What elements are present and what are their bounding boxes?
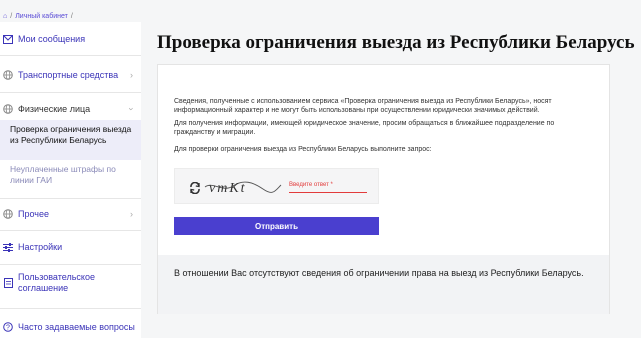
sidebar-item-other[interactable]: Прочее › bbox=[0, 207, 141, 221]
globe-icon bbox=[3, 104, 13, 114]
envelope-icon bbox=[3, 34, 13, 44]
svg-text:?: ? bbox=[6, 325, 10, 332]
sliders-icon bbox=[3, 242, 13, 252]
sidebar-item-messages[interactable]: Мои сообщения bbox=[0, 32, 141, 46]
sidebar-item-label: Часто задаваемые вопросы bbox=[18, 321, 135, 332]
sidebar-item-label: Настройки bbox=[18, 241, 63, 252]
check-card: Сведения, полученные с использованием се… bbox=[157, 64, 610, 314]
chevron-right-icon: › bbox=[130, 209, 133, 219]
sidebar-item-label: Транспортные средства bbox=[18, 69, 119, 80]
divider bbox=[0, 230, 141, 231]
divider bbox=[0, 308, 141, 309]
sidebar-item-settings[interactable]: Настройки bbox=[0, 240, 141, 254]
page-title: Проверка ограничения выезда из Республик… bbox=[157, 32, 635, 53]
captcha-text: vmKt bbox=[209, 181, 247, 196]
chevron-right-icon: › bbox=[130, 70, 133, 80]
sidebar-item-label: Пользовательское соглашение bbox=[18, 272, 95, 293]
captcha-box: vmKt Введите ответ * bbox=[174, 168, 379, 204]
info-legal: Для получения информации, имеющей юридич… bbox=[174, 120, 555, 136]
breadcrumb-cabinet-link[interactable]: Личный кабинет bbox=[15, 13, 68, 20]
home-icon[interactable]: ⌂ bbox=[3, 13, 7, 20]
breadcrumb: ⌂ / Личный кабинет / bbox=[0, 0, 641, 22]
sidebar-item-label: Проверка ограничения выезда из Республик… bbox=[10, 124, 132, 145]
divider bbox=[0, 264, 141, 265]
divider bbox=[0, 198, 141, 199]
sidebar-item-individuals[interactable]: Физические лица › bbox=[0, 102, 141, 116]
captcha-answer-input[interactable]: Введите ответ * bbox=[289, 182, 367, 193]
chevron-down-icon: › bbox=[126, 107, 137, 111]
document-icon bbox=[3, 278, 13, 288]
sidebar-item-faq[interactable]: ? Часто задаваемые вопросы bbox=[0, 320, 141, 334]
sidebar-item-label: Неуплаченные штрафы по линии ГАИ bbox=[10, 164, 116, 185]
sidebar-item-vehicles[interactable]: Транспортные средства › bbox=[0, 68, 141, 82]
sidebar-item-label: Физические лица bbox=[18, 103, 91, 114]
sidebar-item-exit-check[interactable]: Проверка ограничения выезда из Республик… bbox=[0, 120, 141, 160]
info-instruction: Для проверки ограничения выезда из Респу… bbox=[174, 146, 432, 153]
result-message: В отношении Вас отсутствуют сведения об … bbox=[158, 255, 609, 314]
divider bbox=[0, 92, 141, 93]
question-icon: ? bbox=[3, 322, 13, 332]
sidebar: Мои сообщения Транспортные средства › Фи… bbox=[0, 22, 141, 338]
sidebar-item-label: Прочее bbox=[18, 208, 49, 219]
info-disclaimer: Сведения, полученные с использованием се… bbox=[174, 98, 552, 114]
submit-button[interactable]: Отправить bbox=[174, 217, 379, 235]
sidebar-item-label: Мои сообщения bbox=[18, 33, 86, 44]
breadcrumb-separator: / bbox=[10, 12, 13, 20]
sidebar-item-fines[interactable]: Неуплаченные штрафы по линии ГАИ bbox=[0, 164, 141, 190]
sidebar-item-agreement[interactable]: Пользовательское соглашение bbox=[0, 272, 141, 298]
captcha-image: vmKt bbox=[203, 177, 283, 202]
divider bbox=[0, 55, 141, 56]
breadcrumb-separator: / bbox=[70, 12, 73, 20]
globe-icon bbox=[3, 70, 13, 80]
refresh-icon[interactable] bbox=[189, 181, 201, 199]
globe-icon bbox=[3, 209, 13, 219]
